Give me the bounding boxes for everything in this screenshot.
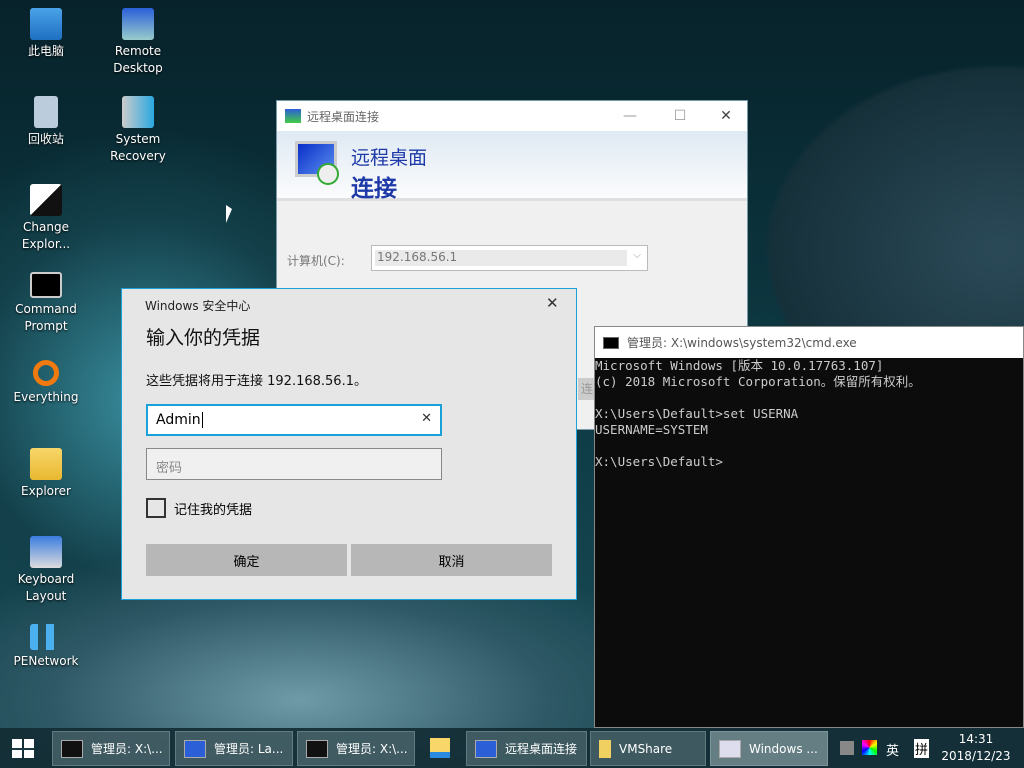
display-tray-icon[interactable]: [862, 740, 877, 755]
username-input[interactable]: Admin ✕: [146, 404, 442, 436]
remember-label[interactable]: 记住我的凭据: [174, 499, 252, 518]
maximize-button[interactable]: ☐: [657, 101, 703, 131]
close-button[interactable]: ✕: [703, 101, 749, 131]
console-output[interactable]: Microsoft Windows [版本 10.0.17763.107] (c…: [595, 358, 1023, 470]
title-bar[interactable]: 管理员: X:\windows\system32\cmd.exe: [595, 327, 1023, 358]
system-recovery-icon: [122, 96, 154, 128]
computer-combobox[interactable]: 192.168.56.1 ⌵: [371, 245, 648, 271]
cmd-app-icon: [603, 336, 619, 349]
title-bar[interactable]: 远程桌面连接 — ☐ ✕: [277, 101, 747, 131]
clear-icon[interactable]: ✕: [421, 411, 432, 426]
minimize-button[interactable]: —: [607, 101, 653, 131]
change-explorer-icon: [30, 184, 62, 216]
taskbar-item-rdp[interactable]: 远程桌面连接: [466, 731, 587, 766]
desktop-icon-command-prompt[interactable]: Command Prompt: [6, 272, 86, 335]
close-button[interactable]: ✕: [546, 294, 559, 312]
desktop-icon-penetwork[interactable]: PENetwork: [6, 624, 86, 670]
folder-icon: [599, 739, 611, 758]
taskbar-item-launcher[interactable]: 管理员: La...: [175, 731, 293, 766]
credentials-dialog[interactable]: Windows 安全中心 ✕ 输入你的凭据 这些凭据将用于连接 192.168.…: [121, 288, 577, 600]
recycle-bin-icon: [34, 96, 58, 128]
dialog-description: 这些凭据将用于连接 192.168.56.1。: [146, 374, 367, 389]
desktop-icon-system-recovery[interactable]: System Recovery: [98, 96, 178, 165]
cmd-icon: [61, 739, 83, 758]
banner-title-line1: 远程桌面: [351, 147, 428, 169]
remember-checkbox[interactable]: [146, 498, 166, 518]
remote-desktop-icon: [475, 739, 497, 758]
taskbar-item-vmshare[interactable]: VMShare: [590, 731, 706, 766]
clock[interactable]: 14:31 2018/12/23: [936, 731, 1016, 765]
window-icon: [719, 739, 741, 758]
computer-value[interactable]: 192.168.56.1: [375, 250, 627, 266]
taskbar-item-cmd-1[interactable]: 管理员: X:\...: [52, 731, 170, 766]
folder-icon: [30, 448, 62, 480]
network-icon: [30, 624, 62, 650]
computer-icon: [30, 8, 62, 40]
computer-label: 计算机(C):: [287, 254, 345, 268]
desktop-icon-everything[interactable]: Everything: [6, 360, 86, 406]
ok-button[interactable]: 确定: [146, 544, 347, 576]
desktop-icon-recycle-bin[interactable]: 回收站: [6, 96, 86, 148]
cancel-button[interactable]: 取消: [351, 544, 552, 576]
desktop-icon-remote-desktop[interactable]: Remote Desktop: [98, 8, 178, 77]
dialog-title: Windows 安全中心: [145, 299, 251, 313]
username-value: Admin: [156, 412, 203, 428]
window-title: 管理员: X:\windows\system32\cmd.exe: [627, 336, 857, 350]
cmd-window[interactable]: 管理员: X:\windows\system32\cmd.exe Microso…: [594, 326, 1024, 728]
command-prompt-icon: [30, 272, 62, 298]
connect-arrows-icon: [317, 163, 339, 185]
start-button[interactable]: [12, 739, 34, 758]
mouse-cursor-icon: [226, 205, 232, 223]
taskbar-item-explorer[interactable]: [430, 738, 450, 758]
taskbar-item-windows[interactable]: Windows ...: [710, 731, 828, 766]
cmd-icon: [306, 739, 328, 758]
desktop-icon-explorer[interactable]: Explorer: [6, 448, 86, 500]
keyboard-icon: [30, 536, 62, 568]
taskbar: 管理员: X:\... 管理员: La... 管理员: X:\... 远程桌面连…: [0, 728, 1024, 768]
taskbar-item-cmd-2[interactable]: 管理员: X:\...: [297, 731, 415, 766]
remote-desktop-icon: [122, 8, 154, 40]
window-title: 远程桌面连接: [307, 109, 380, 124]
ime-mode-toggle[interactable]: 拼: [914, 739, 930, 758]
ime-language-toggle[interactable]: 英: [886, 740, 899, 759]
remote-desktop-icon: [184, 739, 206, 758]
desktop-icon-this-pc[interactable]: 此电脑: [6, 8, 86, 60]
password-placeholder: 密码: [156, 461, 183, 476]
desktop-icon-change-explorer[interactable]: Change Explor...: [6, 184, 86, 253]
search-icon: [33, 360, 59, 386]
banner: 远程桌面 连接: [277, 131, 747, 202]
chevron-down-icon[interactable]: ⌵: [633, 250, 641, 261]
dialog-heading: 输入你的凭据: [146, 327, 261, 349]
desktop-icon-keyboard-layout[interactable]: Keyboard Layout: [6, 536, 86, 605]
network-tray-icon[interactable]: [840, 741, 854, 755]
rdp-app-icon: [285, 109, 301, 123]
banner-title-line2: 连接: [351, 176, 397, 202]
password-input[interactable]: 密码: [146, 448, 442, 480]
